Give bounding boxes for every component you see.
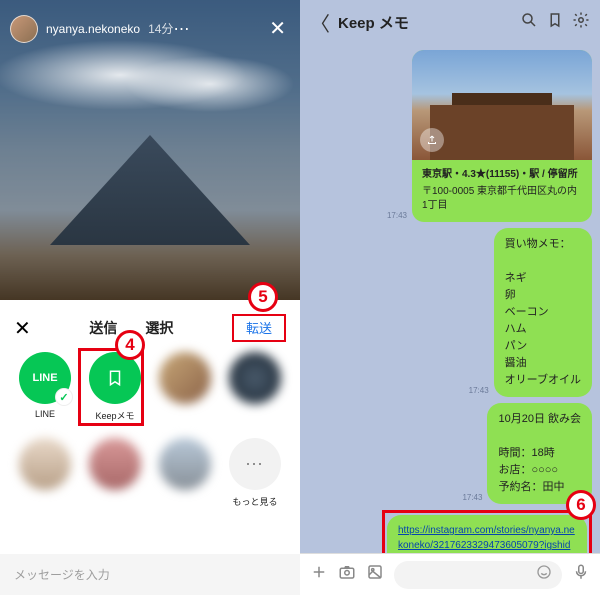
timestamp: 17:43 — [462, 493, 482, 502]
image-icon[interactable] — [366, 563, 384, 586]
story-header: nyanya.nekoneko 14分 ⋯ ✕ — [10, 12, 290, 45]
line-icon: LINE — [19, 352, 71, 404]
share-icons-grid: LINE LINE Keepメモ — [10, 352, 290, 524]
contact-avatar — [159, 438, 211, 490]
more-icon[interactable]: ⋯ — [173, 19, 191, 39]
sheet-close-icon[interactable]: ✕ — [14, 316, 31, 341]
location-image — [412, 50, 592, 160]
story-link[interactable]: https://instagram.com/stories/nyanya.nek… — [398, 525, 575, 553]
message-input[interactable]: メッセージを入力 — [0, 554, 300, 595]
avatar[interactable] — [10, 15, 38, 43]
keep-highlight — [78, 348, 144, 426]
story-username[interactable]: nyanya.nekoneko — [46, 22, 140, 36]
link-highlight: https://instagram.com/stories/nyanya.nek… — [382, 510, 592, 553]
timestamp: 17:43 — [469, 386, 489, 395]
contact-avatar — [89, 438, 141, 490]
share-label — [184, 409, 187, 419]
share-icon[interactable] — [420, 128, 444, 152]
share-sheet: 5 ✕ 送信 選択 転送 4 LINE LINE — [0, 300, 300, 595]
share-label — [44, 495, 47, 505]
plus-icon[interactable] — [310, 563, 328, 586]
story-background: nyanya.nekoneko 14分 ⋯ ✕ — [0, 0, 300, 300]
back-icon[interactable]: 〈 — [310, 8, 330, 37]
story-timeago: 14分 — [148, 20, 173, 37]
share-item-line[interactable]: LINE LINE — [10, 352, 80, 422]
chat-bubble[interactable]: 買い物メモ： ネギ 卵 ベーコン ハム パン 醤油 オリーブオイル — [494, 228, 592, 397]
close-icon[interactable]: ✕ — [265, 12, 290, 45]
location-title: 東京駅・4.3★(11155)・駅 / 停留所 — [422, 168, 582, 183]
callout-badge-4: 4 — [115, 330, 145, 360]
timestamp: 17:43 — [387, 211, 407, 220]
chat-body: 17:43 東京駅・4.3★(11155)・駅 / 停留所 〒100-0005 … — [300, 44, 600, 553]
share-label — [114, 495, 117, 505]
share-label: LINE — [35, 409, 55, 419]
contact-avatar — [159, 352, 211, 404]
callout-badge-5: 5 — [248, 282, 278, 312]
forward-highlight: 転送 — [232, 314, 286, 342]
share-item-more[interactable]: ⋯ もっと見る — [220, 438, 290, 508]
share-item-contact[interactable] — [220, 352, 290, 422]
contact-avatar — [19, 438, 71, 490]
camera-icon[interactable] — [338, 563, 356, 586]
share-item-contact[interactable] — [10, 438, 80, 508]
more-icon: ⋯ — [229, 438, 281, 490]
text-input[interactable] — [394, 561, 562, 589]
chat-input-bar — [300, 553, 600, 595]
share-item-contact[interactable] — [150, 352, 220, 422]
gear-icon[interactable] — [572, 11, 590, 34]
chat-bubble[interactable]: 10月20日 飲み会 時間：18時 お店：○○○○ 予約名：田中 — [487, 403, 592, 504]
forward-button[interactable]: 転送 — [240, 318, 278, 339]
callout-badge-6: 6 — [566, 490, 596, 520]
share-item-contact[interactable] — [150, 438, 220, 508]
bookmark-icon[interactable] — [546, 11, 564, 34]
share-label — [184, 495, 187, 505]
emoji-icon[interactable] — [536, 564, 552, 585]
chat-bubble-link[interactable]: https://instagram.com/stories/nyanya.nek… — [387, 515, 587, 553]
chat-header: 〈 Keep メモ — [300, 0, 600, 44]
mic-icon[interactable] — [572, 563, 590, 586]
contact-avatar — [229, 352, 281, 404]
chat-title: Keep メモ — [338, 12, 512, 33]
location-address: 〒100-0005 東京都千代田区丸の内1丁目 — [422, 185, 582, 214]
mountain-decoration — [50, 135, 250, 245]
share-label: もっと見る — [232, 495, 277, 508]
location-card[interactable]: 東京駅・4.3★(11155)・駅 / 停留所 〒100-0005 東京都千代田… — [412, 50, 592, 222]
share-item-contact[interactable] — [80, 438, 150, 508]
search-icon[interactable] — [520, 11, 538, 34]
share-label — [254, 409, 257, 419]
